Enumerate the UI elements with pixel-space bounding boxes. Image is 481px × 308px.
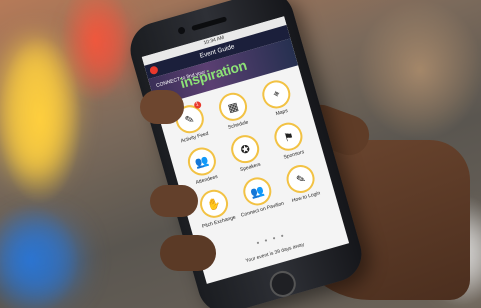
menu-tile-label: Schedule xyxy=(227,119,250,131)
front-camera-icon xyxy=(177,26,186,35)
menu-tile[interactable]: ⌖ Maps xyxy=(251,75,304,122)
menu-tile-label: Speakers xyxy=(239,161,262,174)
menu-tile[interactable]: ⚑ Sponsors xyxy=(263,117,316,164)
hand-finger-3 xyxy=(160,235,216,271)
smartphone: 10:34 AM Event Guide CONNECT to find you… xyxy=(123,0,369,308)
app-logo-icon xyxy=(148,65,159,76)
background-bokeh-yellow xyxy=(0,40,70,180)
earpiece xyxy=(191,16,228,32)
background-bokeh-blue xyxy=(0,220,80,300)
hand-finger-2 xyxy=(150,185,198,217)
background-bokeh-red xyxy=(80,10,130,80)
menu-tile-label: Activity Feed xyxy=(180,130,210,145)
menu-tile-label: Maps xyxy=(275,108,289,118)
home-button[interactable] xyxy=(266,267,299,301)
notification-badge: 1 xyxy=(193,100,202,110)
photo-background: 10:34 AM Event Guide CONNECT to find you… xyxy=(0,0,481,308)
menu-tile-label: Attendees xyxy=(195,173,219,186)
menu-tile[interactable]: ✎ How to Login xyxy=(275,159,328,206)
hand-finger-1 xyxy=(140,90,184,124)
maps-icon: ⌖ xyxy=(259,77,294,112)
